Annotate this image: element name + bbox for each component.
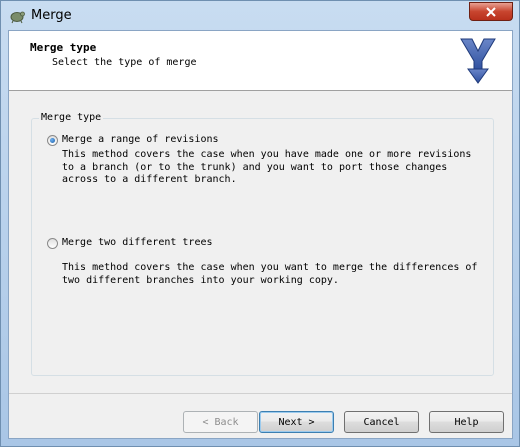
option-merge-trees-description: This method covers the case when you wan… (62, 262, 478, 286)
footer-divider (9, 393, 512, 394)
page-title: Merge type (30, 41, 97, 54)
option-merge-trees-label[interactable]: Merge two different trees (62, 237, 213, 248)
title-bar[interactable]: Merge (1, 1, 519, 31)
window-title: Merge (31, 8, 72, 23)
option-merge-range-description: This method covers the case when you hav… (62, 149, 472, 185)
back-button-label: < Back (202, 416, 239, 428)
help-button[interactable]: Help (429, 411, 504, 433)
next-button-label: Next > (278, 416, 315, 428)
merge-dialog-window: Merge Merge type Select the type of merg… (0, 0, 520, 447)
next-button[interactable]: Next > (259, 411, 334, 433)
group-label: Merge type (39, 112, 104, 123)
close-icon (486, 6, 496, 17)
wizard-header: Merge type Select the type of merge (9, 31, 512, 91)
radio-merge-range[interactable] (47, 135, 58, 146)
tortoise-app-icon (10, 11, 25, 24)
page-subtitle: Select the type of merge (52, 57, 197, 68)
radio-merge-trees[interactable] (47, 238, 58, 249)
merge-logo-icon (460, 38, 496, 84)
back-button[interactable]: < Back (183, 411, 258, 433)
dialog-client-area: Merge type Select the type of merge Merg… (8, 30, 513, 439)
close-button[interactable] (469, 2, 513, 21)
option-merge-range-label[interactable]: Merge a range of revisions (62, 134, 219, 145)
cancel-button-label: Cancel (363, 416, 400, 428)
help-button-label: Help (454, 416, 479, 428)
cancel-button[interactable]: Cancel (344, 411, 419, 433)
